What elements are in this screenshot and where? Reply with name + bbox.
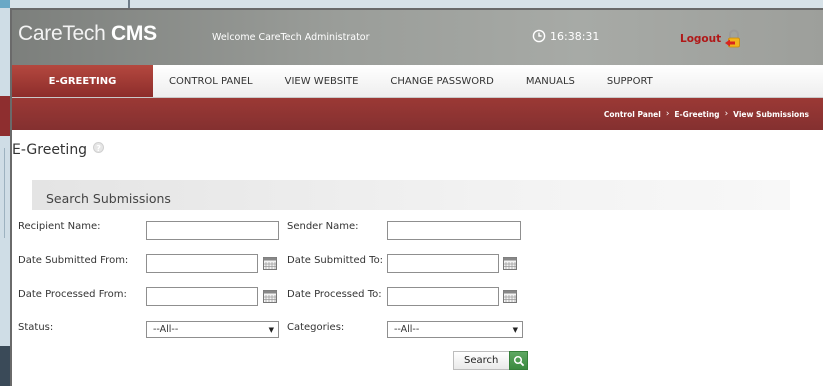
date-processed-to-label: Date Processed To: bbox=[287, 289, 382, 300]
tab-manuals[interactable]: MANUALS bbox=[510, 65, 591, 97]
calendar-icon[interactable] bbox=[263, 257, 277, 270]
tab-e-greeting[interactable]: E-GREETING bbox=[12, 65, 153, 97]
search-panel-header: Search Submissions bbox=[32, 180, 790, 210]
categories-label: Categories: bbox=[287, 322, 345, 333]
calendar-icon[interactable] bbox=[263, 290, 277, 303]
date-processed-from-input[interactable] bbox=[146, 287, 258, 306]
recipient-name-input[interactable] bbox=[146, 221, 279, 240]
chevron-down-icon: ▼ bbox=[512, 326, 518, 334]
logo-text-light: CareTech bbox=[18, 22, 106, 45]
header: CareTech CMS Welcome CareTech Administra… bbox=[12, 10, 823, 65]
tab-support[interactable]: SUPPORT bbox=[591, 65, 669, 97]
background-window-edge bbox=[0, 0, 10, 386]
categories-select-value: --All-- bbox=[394, 324, 420, 335]
caretech-cms-logo[interactable]: CareTech CMS bbox=[18, 22, 157, 46]
background-window-line bbox=[4, 148, 5, 238]
background-window-corner bbox=[0, 346, 10, 386]
search-button[interactable]: Search bbox=[453, 351, 528, 370]
date-submitted-from-label: Date Submitted From: bbox=[18, 255, 129, 266]
status-label: Status: bbox=[18, 322, 54, 333]
calendar-icon[interactable] bbox=[503, 290, 517, 303]
status-select[interactable]: --All-- ▼ bbox=[146, 321, 279, 338]
chevron-down-icon: ▼ bbox=[268, 326, 274, 334]
recipient-name-label: Recipient Name: bbox=[18, 221, 101, 232]
date-submitted-to-input[interactable] bbox=[387, 254, 499, 273]
padlock-arrow-icon bbox=[724, 28, 744, 50]
logout-label: Logout bbox=[680, 33, 722, 45]
welcome-message: Welcome CareTech Administrator bbox=[212, 32, 370, 43]
breadcrumb-separator: › bbox=[724, 109, 729, 119]
page-title: E-Greeting bbox=[12, 142, 88, 158]
status-select-value: --All-- bbox=[153, 324, 179, 335]
search-button-label: Search bbox=[464, 355, 499, 366]
breadcrumb-e-greeting[interactable]: E-Greeting bbox=[674, 110, 719, 119]
tab-change-password[interactable]: CHANGE PASSWORD bbox=[374, 65, 509, 97]
background-window-divider bbox=[128, 0, 130, 8]
breadcrumb: Control Panel › E-Greeting › View Submis… bbox=[12, 98, 823, 130]
categories-select[interactable]: --All-- ▼ bbox=[387, 321, 523, 338]
help-icon[interactable]: ? bbox=[93, 141, 105, 153]
sender-name-label: Sender Name: bbox=[287, 221, 359, 232]
page-title-row: E-Greeting ? bbox=[12, 141, 105, 158]
background-window-redbar bbox=[0, 96, 10, 136]
breadcrumb-separator: › bbox=[665, 109, 670, 119]
tab-view-website[interactable]: VIEW WEBSITE bbox=[269, 65, 375, 97]
sender-name-input[interactable] bbox=[387, 221, 521, 240]
logout-button[interactable]: Logout bbox=[680, 28, 744, 50]
clock: 16:38:31 bbox=[532, 29, 599, 43]
background-window-icon bbox=[0, 0, 10, 8]
breadcrumb-view-submissions: View Submissions bbox=[733, 109, 809, 119]
date-processed-from-label: Date Processed From: bbox=[18, 289, 127, 300]
search-panel-title: Search Submissions bbox=[46, 191, 171, 206]
logo-text-bold: CMS bbox=[111, 22, 157, 45]
clock-time: 16:38:31 bbox=[550, 29, 600, 43]
breadcrumb-control-panel[interactable]: Control Panel bbox=[604, 110, 661, 119]
date-submitted-from-input[interactable] bbox=[146, 254, 258, 273]
date-processed-to-input[interactable] bbox=[387, 287, 499, 306]
background-window-top bbox=[0, 0, 823, 8]
date-submitted-to-label: Date Submitted To: bbox=[287, 255, 384, 266]
clock-icon bbox=[532, 29, 546, 43]
cms-window: CareTech CMS Welcome CareTech Administra… bbox=[10, 8, 823, 386]
calendar-icon[interactable] bbox=[503, 257, 517, 270]
magnifier-icon bbox=[509, 351, 528, 370]
tab-control-panel[interactable]: CONTROL PANEL bbox=[153, 65, 269, 97]
main-nav: E-GREETING CONTROL PANEL VIEW WEBSITE CH… bbox=[12, 65, 823, 98]
